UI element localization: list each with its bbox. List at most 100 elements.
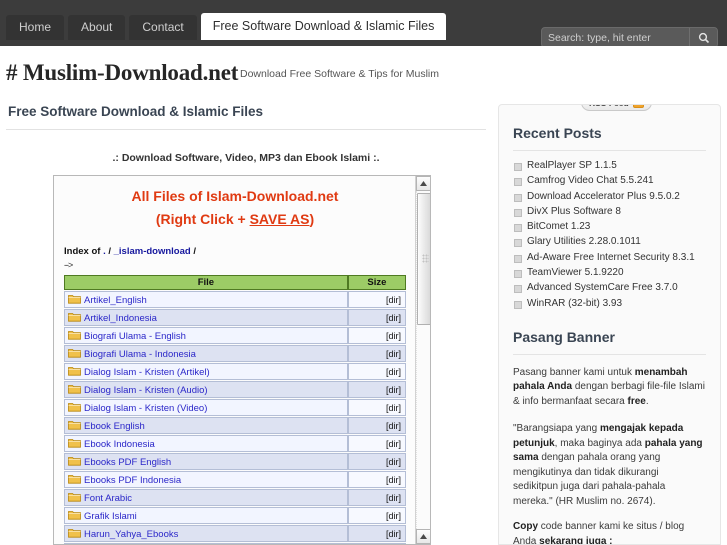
scrollbar-track[interactable] <box>416 191 430 529</box>
site-tagline: Download Free Software & Tips for Muslim <box>240 68 439 80</box>
table-row[interactable]: Biografi Ulama - Indonesia [dir] <box>64 345 406 362</box>
file-link[interactable]: Ebook English <box>84 421 145 432</box>
table-row[interactable]: Dialog Islam - Kristen (Audio) [dir] <box>64 381 406 398</box>
file-name-cell[interactable]: Harun_Yahya_Ebooks <box>64 525 348 542</box>
recent-posts-list: RealPlayer SP 1.1.5 Camfrog Video Chat 5.… <box>499 158 720 311</box>
file-link[interactable]: Ebooks PDF Indonesia <box>84 475 181 486</box>
file-name-cell[interactable]: Biografi Ulama - English <box>64 327 348 344</box>
frame-subheading-prefix: (Right Click + <box>155 211 250 227</box>
file-name-cell[interactable]: Artikel_Indonesia <box>64 309 348 326</box>
recent-post-item[interactable]: Download Accelerator Plus 9.5.0.2 <box>513 189 720 204</box>
nav-item-home[interactable]: Home <box>6 15 65 40</box>
folder-icon <box>68 420 81 430</box>
table-row[interactable]: Font Arabic [dir] <box>64 489 406 506</box>
recent-post-item[interactable]: TeamViewer 5.1.9220 <box>513 265 720 280</box>
chevron-down-icon <box>420 534 427 539</box>
file-name-cell[interactable]: Ebooks PDF Indonesia <box>64 471 348 488</box>
table-row[interactable]: Artikel_Indonesia [dir] <box>64 309 406 326</box>
recent-post-item[interactable]: Advanced SystemCare Free 3.7.0 <box>513 280 720 295</box>
table-row[interactable]: Grafik Islami [dir] <box>64 507 406 524</box>
table-row[interactable]: Ebook Indonesia [dir] <box>64 435 406 452</box>
folder-icon <box>68 528 81 538</box>
recent-posts-heading: Recent Posts <box>513 125 602 141</box>
file-list-table: File Size Artikel_English [dir] Artikel_In… <box>64 274 406 544</box>
frame-scrollbar[interactable] <box>415 176 430 544</box>
table-row[interactable]: Dialog Islam - Kristen (Video) [dir] <box>64 399 406 416</box>
site-title[interactable]: # Muslim-Download.net <box>6 60 238 86</box>
banner-p3-c: sekarang juga : <box>539 535 613 545</box>
file-link[interactable]: Grafik Islami <box>84 511 137 522</box>
pasang-banner-divider <box>513 353 706 355</box>
file-link[interactable]: Biografi Ulama - Indonesia <box>84 349 196 360</box>
file-link[interactable]: Dialog Islam - Kristen (Audio) <box>84 385 208 396</box>
index-path-sep-2: / <box>193 246 196 257</box>
file-link[interactable]: Harun_Yahya_Ebooks <box>84 529 178 540</box>
search-input[interactable] <box>542 28 689 47</box>
table-row[interactable]: Dialog Islam - Kristen (Artikel) [dir] <box>64 363 406 380</box>
file-link[interactable]: Dialog Islam - Kristen (Artikel) <box>84 367 210 378</box>
index-path-root[interactable]: . <box>103 246 106 257</box>
file-link[interactable]: Artikel_English <box>84 295 147 306</box>
scroll-down-button[interactable] <box>416 529 430 544</box>
table-row[interactable]: Ebooks PDF English [dir] <box>64 453 406 470</box>
table-row[interactable]: Artikel_English [dir] <box>64 291 406 308</box>
pasang-banner-heading: Pasang Banner <box>513 328 615 345</box>
recent-post-item[interactable]: BitComet 1.23 <box>513 219 720 234</box>
rss-feed-button[interactable]: RSS Feed <box>581 105 652 111</box>
folder-icon <box>68 474 81 484</box>
scrollbar-grip <box>422 254 429 263</box>
rss-feed-label: RSS Feed <box>589 105 629 108</box>
file-size-cell: [dir] <box>347 507 406 524</box>
recent-post-item[interactable]: Camfrog Video Chat 5.5.241 <box>513 173 720 188</box>
file-name-cell[interactable]: Ebooks PDF English <box>64 453 348 470</box>
file-link[interactable]: Ebook Indonesia <box>84 439 155 450</box>
table-row[interactable]: Ebook English [dir] <box>64 417 406 434</box>
scrollbar-thumb[interactable] <box>417 193 430 325</box>
file-size-cell: [dir] <box>347 327 406 344</box>
save-as-link[interactable]: SAVE AS <box>250 211 310 227</box>
file-size-cell: [dir] <box>347 345 406 362</box>
table-row[interactable]: Ebooks PDF Indonesia [dir] <box>64 471 406 488</box>
folder-icon <box>68 384 81 394</box>
folder-icon <box>68 312 81 322</box>
banner-copy-instruction: Copy code banner kami ke situs / blog An… <box>513 520 706 545</box>
folder-icon <box>68 438 81 448</box>
nav-item-about[interactable]: About <box>68 15 126 40</box>
file-size-cell: [dir] <box>347 399 406 416</box>
file-link[interactable]: Font Arabic <box>84 493 132 504</box>
file-name-cell[interactable]: Ebook English <box>64 417 348 434</box>
scroll-up-button[interactable] <box>416 176 430 191</box>
recent-post-item[interactable]: WinRAR (32-bit) 3.93 <box>513 296 720 311</box>
column-header-size[interactable]: Size <box>347 275 406 290</box>
column-header-file[interactable]: File <box>64 275 348 290</box>
file-name-cell[interactable]: Dialog Islam - Kristen (Audio) <box>64 381 348 398</box>
file-name-cell[interactable]: Font Arabic <box>64 489 348 506</box>
folder-icon <box>68 510 81 520</box>
file-size-cell: [dir] <box>347 291 406 308</box>
file-name-cell[interactable]: Biografi Ulama - Indonesia <box>64 345 348 362</box>
folder-icon <box>68 492 81 502</box>
recent-post-item[interactable]: RealPlayer SP 1.1.5 <box>513 158 720 173</box>
file-name-cell[interactable]: Dialog Islam - Kristen (Artikel) <box>64 363 348 380</box>
frame-subheading-suffix: ) <box>309 211 315 227</box>
file-link[interactable]: Dialog Islam - Kristen (Video) <box>84 403 207 414</box>
recent-posts-divider <box>513 150 706 151</box>
nav-item-contact[interactable]: Contact <box>129 15 197 40</box>
table-row[interactable]: Harun_Yahya_Ebooks [dir] <box>64 525 406 542</box>
folder-icon <box>68 366 81 376</box>
recent-post-item[interactable]: DivX Plus Software 8 <box>513 204 720 219</box>
index-path-folder[interactable]: _islam-download <box>114 246 191 257</box>
recent-post-item[interactable]: Ad-Aware Free Internet Security 8.3.1 <box>513 250 720 265</box>
file-name-cell[interactable]: Artikel_English <box>64 291 348 308</box>
file-link[interactable]: Biografi Ulama - English <box>84 331 186 342</box>
recent-post-item[interactable]: Glary Utilities 2.28.0.1011 <box>513 234 720 249</box>
table-row[interactable]: Biografi Ulama - English [dir] <box>64 327 406 344</box>
file-link[interactable]: Ebooks PDF English <box>84 457 171 468</box>
file-name-cell[interactable]: Grafik Islami <box>64 507 348 524</box>
search-button[interactable] <box>689 28 717 47</box>
file-size-cell: [dir] <box>347 363 406 380</box>
nav-item-free-software-download[interactable]: Free Software Download & Islamic Files <box>200 13 447 40</box>
file-name-cell[interactable]: Ebook Indonesia <box>64 435 348 452</box>
file-name-cell[interactable]: Dialog Islam - Kristen (Video) <box>64 399 348 416</box>
file-link[interactable]: Artikel_Indonesia <box>84 313 157 324</box>
